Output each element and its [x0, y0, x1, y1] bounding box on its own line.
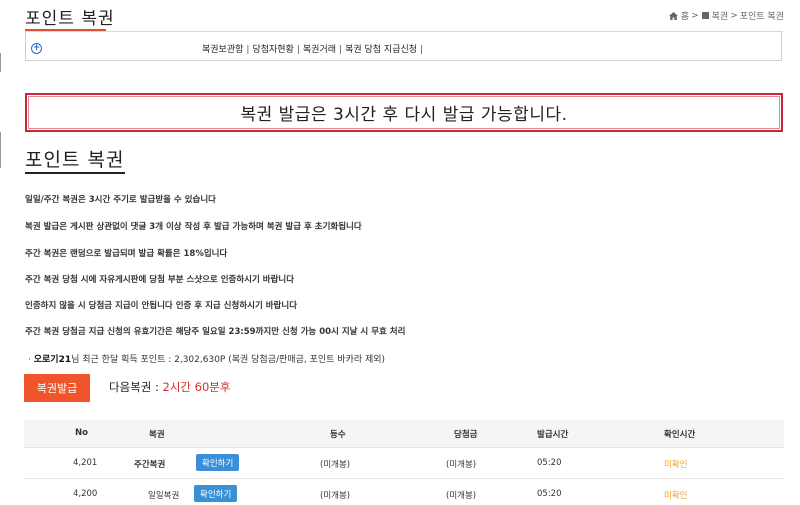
info-line: 주간 복권 당첨 시에 자유게시판에 당첨 부분 스샷으로 인증하시기 바랍니다 — [25, 275, 295, 285]
nav-link-prize-request[interactable]: 복권 당첨 지급신청 — [345, 45, 417, 55]
nav-separator: | — [246, 45, 250, 55]
section-underline — [25, 172, 125, 174]
info-line: 주간 복권 당첨금 지급 신청의 유효기간은 해당주 일요일 23:59까지만 … — [25, 327, 406, 337]
breadcrumb-section[interactable]: 복권 — [712, 9, 729, 22]
row-issued-time: 05:20 — [537, 489, 562, 499]
issue-lottery-button[interactable]: 복권발급 — [24, 374, 90, 402]
row-divider — [24, 478, 784, 479]
points-text: 님 최근 한달 획득 포인트 : 2,302,630P (복권 당첨금/판매금,… — [71, 355, 386, 365]
breadcrumb-separator: > — [691, 10, 699, 21]
row-prize: (미개봉) — [446, 491, 477, 501]
column-header-no: No — [75, 428, 88, 438]
sub-nav-links: 복권보관함 | 당첨자현황 | 복권거래 | 복권 당첨 지급신청 | — [202, 42, 426, 55]
row-lottery-type: 주간복권 — [134, 460, 166, 470]
row-rank: (미개봉) — [320, 460, 351, 470]
breadcrumb: 홈 > 복권 > 포인트 복권 — [668, 9, 784, 22]
column-header-prize: 당첨금 — [454, 430, 478, 440]
nav-link-lottery-storage[interactable]: 복권보관함 — [202, 45, 243, 55]
home-icon[interactable] — [668, 11, 678, 20]
row-lottery-type: 일일복권 — [148, 491, 180, 501]
nav-separator: | — [420, 45, 424, 55]
page-title: 포인트 복권 — [25, 9, 115, 29]
nav-separator: | — [339, 45, 343, 55]
next-lottery-label: 다음복권 : — [109, 380, 159, 394]
row-no: 4,201 — [73, 458, 98, 468]
nav-link-winners[interactable]: 당첨자현황 — [252, 45, 293, 55]
info-line: 인증하지 않을 시 당첨금 지급이 안됩니다 인증 후 지급 신청하시기 바랍니… — [25, 301, 298, 311]
row-checked-status: 미확인 — [664, 460, 688, 470]
square-icon — [701, 12, 709, 19]
breadcrumb-home[interactable]: 홈 — [681, 9, 689, 22]
breadcrumb-separator: > — [730, 10, 738, 21]
row-issued-time: 05:20 — [537, 458, 562, 468]
row-no: 4,200 — [73, 489, 98, 499]
breadcrumb-current: 포인트 복권 — [739, 12, 784, 22]
section-title: 포인트 복권 — [25, 149, 125, 171]
monthly-points-line: · 오로기21님 최근 한달 획득 포인트 : 2,302,630P (복권 당… — [28, 352, 385, 365]
row-checked-status: 미확인 — [664, 491, 688, 501]
next-lottery-countdown: 2시간 60분후 — [162, 380, 231, 394]
info-line: 주간 복권은 랜덤으로 발급되며 발급 확률은 18%입니다 — [25, 249, 228, 259]
plus-circle-icon[interactable]: + — [31, 43, 42, 54]
nav-separator: | — [296, 45, 300, 55]
column-header-rank: 등수 — [330, 430, 346, 440]
nav-link-lottery-trade[interactable]: 복권거래 — [303, 45, 336, 55]
left-edge-mark — [0, 53, 1, 72]
next-lottery-info: 다음복권 : 2시간 60분후 — [109, 379, 230, 395]
column-header-lottery: 복권 — [149, 430, 165, 440]
alert-message: 복권 발급은 3시간 후 다시 발급 가능합니다. — [28, 96, 780, 129]
column-header-checked-time: 확인시간 — [664, 430, 696, 440]
bullet: · — [28, 355, 31, 365]
left-edge-mark — [0, 132, 1, 168]
row-prize: (미개봉) — [446, 460, 477, 470]
confirm-button[interactable]: 확인하기 — [194, 485, 238, 502]
username: 오로기21 — [33, 355, 72, 365]
row-rank: (미개봉) — [320, 491, 351, 501]
info-line: 일일/주간 복권은 3시간 주기로 발급받을 수 있습니다 — [25, 195, 216, 205]
info-line: 복권 발급은 게시판 상관없이 댓글 3개 이상 작성 후 발급 가능하며 복권… — [25, 222, 362, 232]
confirm-button[interactable]: 확인하기 — [196, 454, 240, 471]
column-header-issued-time: 발급시간 — [537, 430, 569, 440]
